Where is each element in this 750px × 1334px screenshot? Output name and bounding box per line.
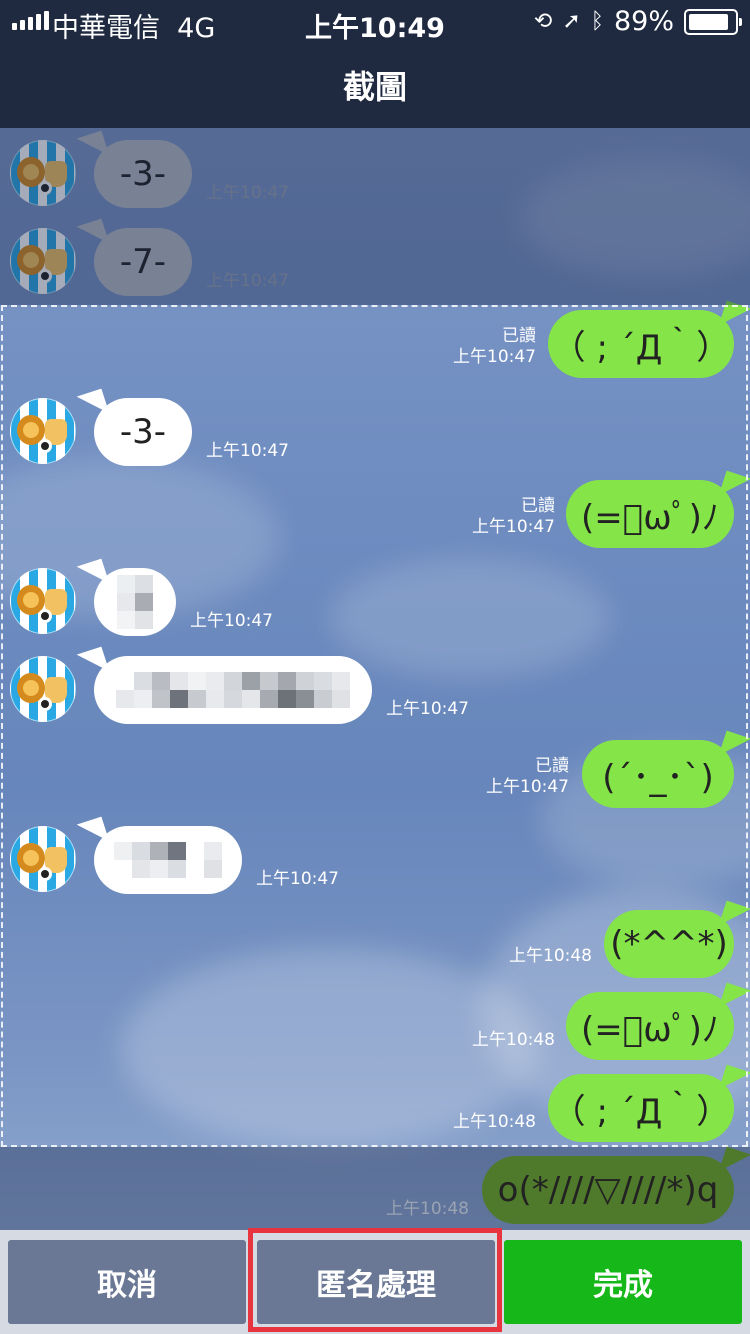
battery-percent: 89% [613,6,674,37]
status-indicators: ⟲ ➚ ᛒ 89% [533,6,742,37]
message-text: o(*////▽////*)q [497,1170,719,1210]
unselected-overlay-top [0,128,750,305]
anonymize-button[interactable]: 匿名處理 [257,1240,495,1324]
cancel-button[interactable]: 取消 [8,1240,246,1324]
location-icon: ➚ [562,8,581,34]
rotation-lock-icon: ⟲ [533,8,553,34]
bottom-toolbar: 取消 匿名處理 完成 [0,1230,750,1334]
message-bubble[interactable]: o(*////▽////*)q [482,1156,734,1224]
status-bar: 中華電信 4G 上午10:49 ⟲ ➚ ᛒ 89% [0,0,750,44]
bluetooth-icon: ᛒ [590,8,604,34]
screenshot-selection-frame[interactable] [1,305,748,1147]
done-button[interactable]: 完成 [504,1240,742,1324]
message-time: 上午10:48 [386,1199,469,1219]
page-title: 截圖 [342,68,407,106]
nav-bar: 截圖 [0,42,750,128]
chat-area[interactable]: -3- 上午10:47 -7- 上午10:47 已讀 上午10:47 （ ; ´… [0,128,750,1230]
battery-icon [684,8,742,35]
